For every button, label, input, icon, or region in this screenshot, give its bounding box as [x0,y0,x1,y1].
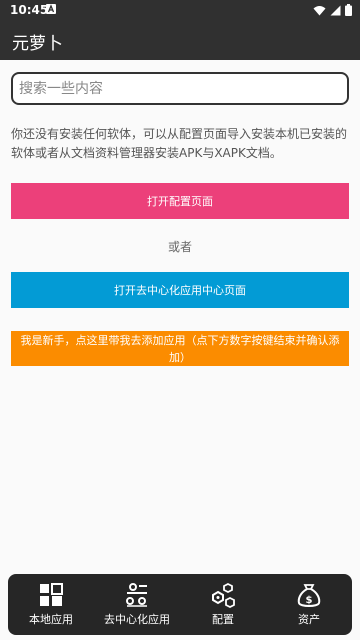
nav-item-decentralized-apps[interactable]: 去中心化应用 [94,574,180,635]
nav-item-config[interactable]: 配置 [180,574,266,635]
notification-a-icon [46,4,56,14]
status-bar: 10:45 [0,0,360,20]
search-input[interactable] [13,74,329,103]
nav-label: 本地应用 [29,613,73,626]
app-bar: 元萝卜 [0,20,360,60]
open-config-button[interactable]: 打开配置页面 [11,183,349,219]
battery-icon [345,4,352,16]
nav-label: 资产 [298,613,320,626]
nav-item-assets[interactable]: $ 资产 [266,574,352,635]
nav-label: 去中心化应用 [104,613,170,626]
money-bag-icon: $ [297,584,321,607]
bottom-navigation: 本地应用 去中心化应用 配置 $ 资产 [8,574,352,635]
grid-icon [40,583,63,606]
nav-label: 配置 [212,613,234,626]
empty-state-description: 你还没有安装任何软体，可以从配置页面导入安装本机已安装的软体或者从文档资料管理器… [11,127,348,160]
app-title: 元萝卜 [12,34,63,54]
search-box[interactable] [11,72,349,105]
signal-icon [330,5,341,15]
network-icon [126,583,147,607]
svg-text:$: $ [306,595,313,606]
or-label: 或者 [167,240,192,254]
nav-item-local-apps[interactable]: 本地应用 [8,574,94,635]
system-icons [313,4,352,16]
hexagons-icon [212,583,235,609]
newbie-add-app-button[interactable]: 我是新手，点这里带我去添加应用（点下方数字按键结束并确认添加） [11,331,349,366]
wifi-icon [313,5,326,15]
status-time: 10:45 [10,3,49,17]
open-decentral-center-button[interactable]: 打开去中心化应用中心页面 [11,272,349,308]
